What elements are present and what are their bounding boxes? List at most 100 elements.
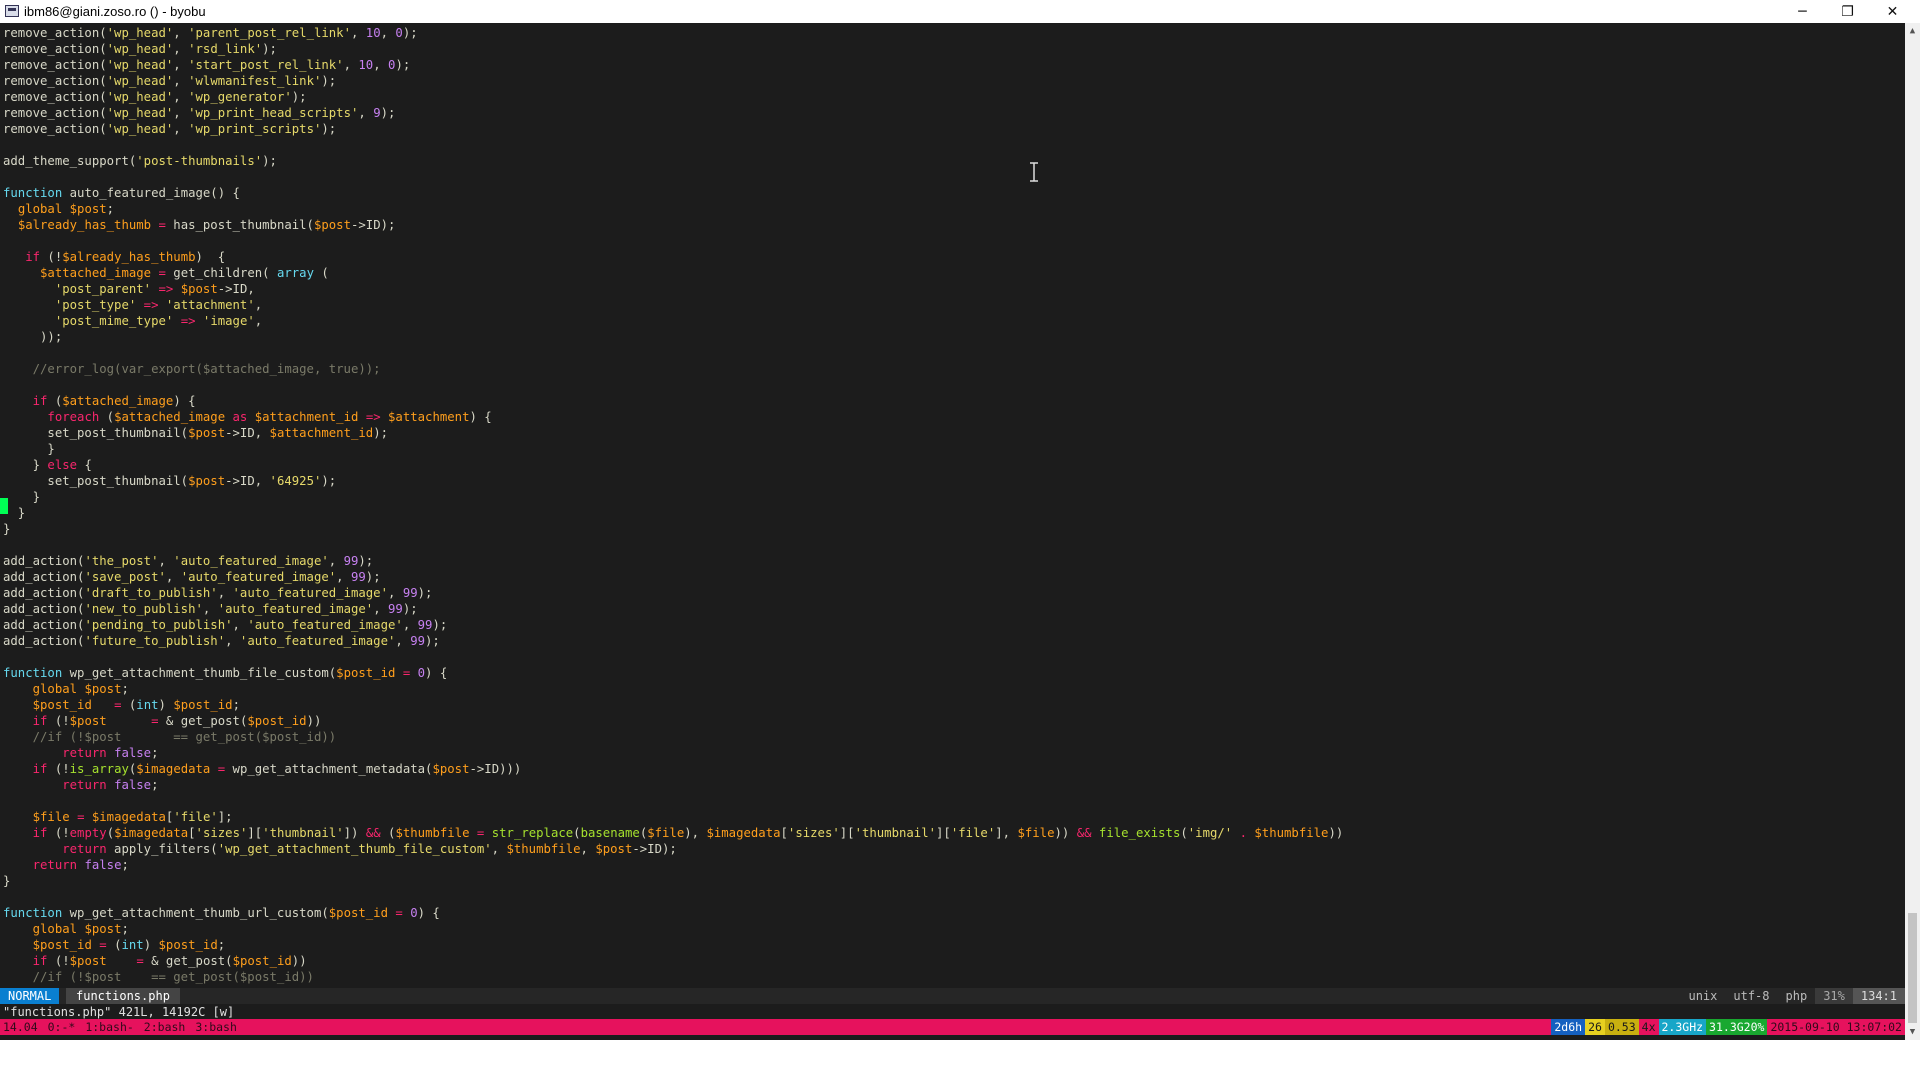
code-token: $already_has_thumb (62, 250, 196, 264)
code-line[interactable]: add_action('draft_to_publish', 'auto_fea… (3, 585, 1893, 601)
vertical-scrollbar[interactable]: ▲ ▼ (1905, 23, 1920, 1040)
code-line[interactable]: if (!$post = & get_post($post_id)) (3, 713, 1893, 729)
byobu-window-tab[interactable]: 3:bash (195, 1019, 247, 1035)
code-token: 'start_post_rel_link' (188, 58, 344, 72)
code-line[interactable]: if (!$already_has_thumb) { (3, 249, 1893, 265)
code-line[interactable]: add_theme_support('post-thumbnails'); (3, 153, 1893, 169)
code-token: 'wp_head' (106, 58, 174, 72)
code-token: ) (158, 698, 174, 712)
code-line[interactable]: } else { (3, 457, 1893, 473)
code-line[interactable]: add_action('new_to_publish', 'auto_featu… (3, 601, 1893, 617)
code-token: , (328, 554, 344, 568)
code-token: ->ID); (351, 218, 396, 232)
restore-button[interactable]: ❐ (1825, 0, 1870, 23)
code-line[interactable] (3, 889, 1893, 905)
code-token: ->ID, (225, 426, 270, 440)
code-token: function (3, 906, 63, 920)
code-token: auto_featured_image() { (62, 186, 240, 200)
code-line[interactable]: global $post; (3, 681, 1893, 697)
code-line[interactable]: global $post; (3, 201, 1893, 217)
vim-command-line[interactable]: "functions.php" 421L, 14192C [w] (3, 1004, 234, 1020)
code-line[interactable]: function wp_get_attachment_thumb_file_cu… (3, 665, 1893, 681)
close-button[interactable]: ✕ (1870, 0, 1915, 23)
code-line[interactable] (3, 233, 1893, 249)
code-line[interactable]: remove_action('wp_head', 'parent_post_re… (3, 25, 1893, 41)
code-line[interactable]: remove_action('wp_head', 'wlwmanifest_li… (3, 73, 1893, 89)
code-token: 'post_parent' (54, 282, 152, 296)
code-token: set_post_thumbnail( (3, 474, 189, 488)
code-token: false (84, 858, 122, 872)
code-line[interactable]: return false; (3, 777, 1893, 793)
code-line[interactable]: if (!$post = & get_post($post_id)) (3, 953, 1893, 969)
byobu-window-tab[interactable]: 1:bash- (85, 1019, 143, 1035)
code-line[interactable] (3, 345, 1893, 361)
code-token: $attached_image (114, 410, 226, 424)
code-line[interactable]: set_post_thumbnail($post->ID, $attachmen… (3, 425, 1893, 441)
code-token: 'post_type' (54, 298, 137, 312)
code-line[interactable]: set_post_thumbnail($post->ID, '64925'); (3, 473, 1893, 489)
code-line[interactable] (3, 649, 1893, 665)
code-line[interactable]: foreach ($attached_image as $attachment_… (3, 409, 1893, 425)
code-token: = (158, 218, 166, 232)
code-line[interactable]: remove_action('wp_head', 'start_post_rel… (3, 57, 1893, 73)
code-token: [ (780, 826, 788, 840)
code-line[interactable]: add_action('save_post', 'auto_featured_i… (3, 569, 1893, 585)
code-token: ) (143, 938, 159, 952)
code-line[interactable]: function wp_get_attachment_thumb_url_cus… (3, 905, 1893, 921)
code-line[interactable]: remove_action('wp_head', 'rsd_link'); (3, 41, 1893, 57)
minimize-button[interactable]: ─ (1780, 0, 1825, 23)
byobu-window-tab[interactable]: 2:bash (144, 1019, 196, 1035)
code-line[interactable] (3, 537, 1893, 553)
code-token: } (3, 522, 11, 536)
code-line[interactable] (3, 377, 1893, 393)
code-line[interactable] (3, 169, 1893, 185)
code-line[interactable]: $file = $imagedata['file']; (3, 809, 1893, 825)
code-line[interactable] (3, 793, 1893, 809)
code-line[interactable]: remove_action('wp_head', 'wp_print_head_… (3, 105, 1893, 121)
code-line[interactable]: //if (!$post == get_post($post_id)) (3, 729, 1893, 745)
code-line[interactable]: function auto_featured_image() { (3, 185, 1893, 201)
code-line[interactable]: return false; (3, 745, 1893, 761)
code-line[interactable]: return false; (3, 857, 1893, 873)
code-line[interactable]: } (3, 873, 1893, 889)
code-line[interactable]: add_action('pending_to_publish', 'auto_f… (3, 617, 1893, 633)
code-line[interactable]: remove_action('wp_head', 'wp_print_scrip… (3, 121, 1893, 137)
code-line[interactable]: 'post_parent' => $post->ID, (3, 281, 1893, 297)
code-token: $attachment_id (254, 410, 359, 424)
code-line[interactable]: if (!is_array($imagedata = wp_get_attach… (3, 761, 1893, 777)
code-token: has_post_thumbnail( (165, 218, 314, 232)
code-line[interactable]: if ($attached_image) { (3, 393, 1893, 409)
code-line[interactable]: remove_action('wp_head', 'wp_generator')… (3, 89, 1893, 105)
scroll-down-icon[interactable]: ▼ (1905, 1024, 1920, 1040)
code-view[interactable]: remove_action('wp_head', 'parent_post_re… (3, 25, 1893, 988)
code-line[interactable]: } (3, 441, 1893, 457)
code-line[interactable]: } (3, 521, 1893, 537)
code-line[interactable]: } (3, 489, 1893, 505)
code-line[interactable]: )); (3, 329, 1893, 345)
code-line[interactable]: //if (!$post == get_post($post_id)) (3, 969, 1893, 985)
code-line[interactable]: add_action('future_to_publish', 'auto_fe… (3, 633, 1893, 649)
code-line[interactable]: return apply_filters('wp_get_attachment_… (3, 841, 1893, 857)
code-line[interactable]: 'post_type' => 'attachment', (3, 297, 1893, 313)
code-line[interactable]: if (!empty($imagedata['sizes']['thumbnai… (3, 825, 1893, 841)
scroll-up-icon[interactable]: ▲ (1905, 23, 1920, 39)
terminal-area[interactable]: remove_action('wp_head', 'parent_post_re… (0, 23, 1905, 1040)
code-line[interactable]: $already_has_thumb = has_post_thumbnail(… (3, 217, 1893, 233)
code-line[interactable]: $post_id = (int) $post_id; (3, 697, 1893, 713)
byobu-window-tab[interactable]: 0:-* (48, 1019, 86, 1035)
code-line[interactable]: } (3, 505, 1893, 521)
code-line[interactable]: $attached_image = get_children( array ( (3, 265, 1893, 281)
code-line[interactable]: global $post; (3, 921, 1893, 937)
code-line[interactable]: add_action('the_post', 'auto_featured_im… (3, 553, 1893, 569)
code-token: )); (3, 330, 63, 344)
code-line[interactable]: 'post_mime_type' => 'image', (3, 313, 1893, 329)
code-line[interactable] (3, 137, 1893, 153)
code-line[interactable]: $post_id = (int) $post_id; (3, 937, 1893, 953)
code-line[interactable]: //error_log(var_export($attached_image, … (3, 361, 1893, 377)
code-token: return (32, 858, 78, 872)
byobu-window-tab[interactable]: 14.04 (3, 1019, 48, 1035)
code-token: ); (402, 602, 418, 616)
scrollbar-thumb[interactable] (1908, 913, 1917, 1023)
